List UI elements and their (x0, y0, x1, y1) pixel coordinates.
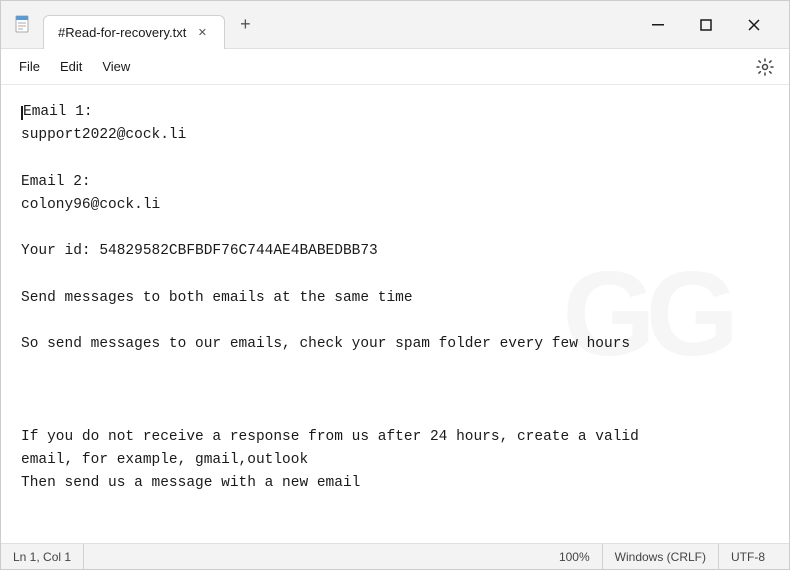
encoding: UTF-8 (719, 544, 777, 569)
new-tab-button[interactable]: + (231, 11, 259, 39)
statusbar: Ln 1, Col 1 100% Windows (CRLF) UTF-8 (1, 543, 789, 569)
editor-line: support2022@cock.li (21, 124, 769, 147)
settings-button[interactable] (749, 51, 781, 83)
menu-view[interactable]: View (92, 55, 140, 78)
editor-line: Then send us a message with a new email (21, 472, 769, 495)
editor-line: So send messages to our emails, check yo… (21, 333, 769, 356)
line-ending: Windows (CRLF) (603, 544, 719, 569)
window-controls (635, 9, 777, 41)
editor-line: email, for example, gmail,outlook (21, 449, 769, 472)
menu-edit[interactable]: Edit (50, 55, 92, 78)
app-icon (13, 15, 33, 35)
editor-line (21, 147, 769, 170)
maximize-button[interactable] (683, 9, 729, 41)
editor-area[interactable]: GG Email 1: support2022@cock.li Email 2:… (1, 85, 789, 543)
editor-line: Send messages to both emails at the same… (21, 287, 769, 310)
tab-label: #Read-for-recovery.txt (58, 25, 186, 40)
editor-line: If you do not receive a response from us… (21, 426, 769, 449)
editor-line (21, 217, 769, 240)
editor-line (21, 263, 769, 286)
minimize-button[interactable] (635, 9, 681, 41)
cursor-position: Ln 1, Col 1 (13, 544, 84, 569)
menu-file[interactable]: File (9, 55, 50, 78)
editor-content: Email 1: support2022@cock.li Email 2: co… (21, 101, 769, 495)
titlebar: #Read-for-recovery.txt ✕ + (1, 1, 789, 49)
editor-line: Your id: 54829582CBFBDF76C744AE4BABEDBB7… (21, 240, 769, 263)
editor-line (21, 379, 769, 402)
zoom-level: 100% (547, 544, 603, 569)
notepad-window: #Read-for-recovery.txt ✕ + File Edit Vie… (0, 0, 790, 570)
editor-line: colony96@cock.li (21, 194, 769, 217)
editor-line: Email 1: (21, 101, 769, 124)
close-button[interactable] (731, 9, 777, 41)
menubar: File Edit View (1, 49, 789, 85)
editor-line (21, 402, 769, 425)
active-tab[interactable]: #Read-for-recovery.txt ✕ (43, 15, 225, 49)
tab-area: #Read-for-recovery.txt ✕ + (43, 1, 635, 48)
editor-line: Email 2: (21, 171, 769, 194)
editor-line (21, 356, 769, 379)
close-tab-button[interactable]: ✕ (194, 24, 210, 40)
editor-line (21, 310, 769, 333)
